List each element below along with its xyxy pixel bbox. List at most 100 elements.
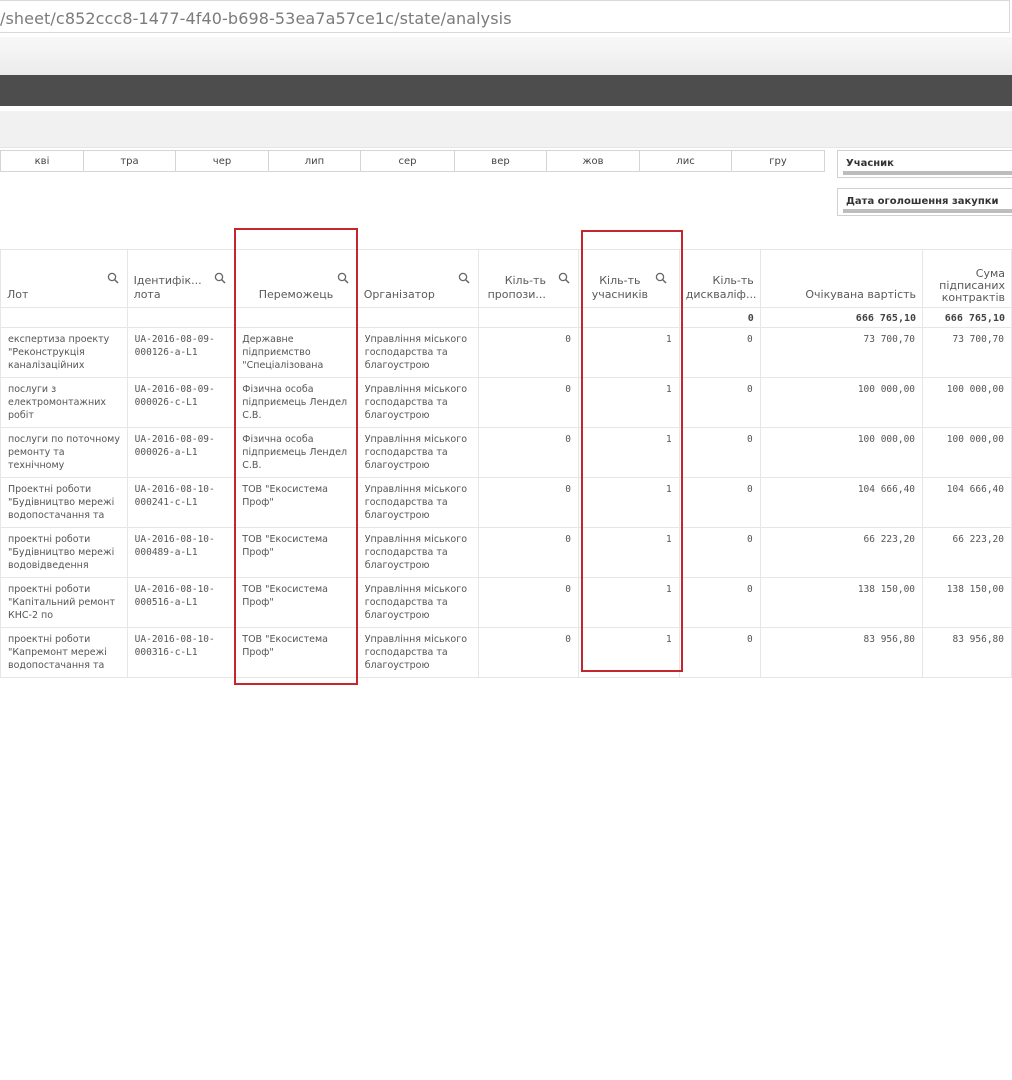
lot-id-cell[interactable]: UA-2016-08-10-000516-a-L1 bbox=[126, 577, 236, 628]
month-filter-item[interactable]: вер bbox=[455, 150, 547, 172]
month-filter-item[interactable]: сер bbox=[361, 150, 455, 172]
expected-value-cell[interactable]: 100 000,00 bbox=[759, 377, 924, 428]
lot-cell[interactable]: проектні роботи "Капремонт мережі водопо… bbox=[0, 627, 128, 678]
lot-cell[interactable]: проектні роботи "Будівництво мережі водо… bbox=[0, 527, 128, 578]
lot-cell[interactable]: Проектні роботи "Будівництво мережі водо… bbox=[0, 477, 128, 528]
participants-cell[interactable]: 1 bbox=[577, 477, 680, 528]
proposals-cell[interactable]: 0 bbox=[477, 577, 579, 628]
disqualified-cell[interactable]: 0 bbox=[678, 427, 761, 478]
participants-cell[interactable]: 1 bbox=[577, 627, 680, 678]
participants-cell[interactable]: 1 bbox=[577, 577, 680, 628]
lot-cell[interactable]: експертиза проекту "Реконструкція каналі… bbox=[0, 327, 128, 378]
column-header-disqualified[interactable]: Кіль-ть дискваліф... bbox=[678, 249, 761, 308]
expected-value-cell[interactable]: 83 956,80 bbox=[759, 627, 924, 678]
proposals-cell[interactable]: 0 bbox=[477, 327, 579, 378]
winner-cell[interactable]: ТОВ "Екосистема Проф" bbox=[234, 527, 358, 578]
winner-cell[interactable]: Державне підприємство "Спеціалізована bbox=[234, 327, 358, 378]
address-bar[interactable]: /sheet/c852ccc8-1477-4f40-b698-53ea7a57c… bbox=[0, 0, 1010, 33]
signed-sum-cell[interactable]: 100 000,00 bbox=[922, 427, 1012, 478]
table-row[interactable]: проектні роботи "Капітальний ремонт КНС-… bbox=[0, 577, 1012, 628]
expected-value-cell[interactable]: 66 223,20 bbox=[759, 527, 924, 578]
organizer-cell[interactable]: Управління міського господарства та благ… bbox=[356, 527, 479, 578]
participants-cell[interactable]: 1 bbox=[577, 327, 680, 378]
lot-id-cell[interactable]: UA-2016-08-09-000026-c-L1 bbox=[126, 377, 236, 428]
disqualified-cell[interactable]: 0 bbox=[678, 627, 761, 678]
lot-id-cell-text: UA-2016-08-09-000026-a-L1 bbox=[134, 434, 215, 458]
proposals-cell[interactable]: 0 bbox=[477, 377, 579, 428]
column-header-organizer[interactable]: Організатор bbox=[356, 249, 479, 308]
month-filter-item[interactable]: лип bbox=[269, 150, 361, 172]
winner-cell[interactable]: ТОВ "Екосистема Проф" bbox=[234, 477, 358, 528]
disqualified-cell[interactable]: 0 bbox=[678, 327, 761, 378]
table-row[interactable]: проектні роботи "Будівництво мережі водо… bbox=[0, 527, 1012, 578]
winner-cell[interactable]: ТОВ "Екосистема Проф" bbox=[234, 627, 358, 678]
lot-id-cell[interactable]: UA-2016-08-09-000126-a-L1 bbox=[126, 327, 236, 378]
table-row[interactable]: проектні роботи "Капремонт мережі водопо… bbox=[0, 627, 1012, 678]
proposals-cell[interactable]: 0 bbox=[477, 527, 579, 578]
search-icon[interactable] bbox=[337, 272, 349, 284]
proposals-cell[interactable]: 0 bbox=[477, 427, 579, 478]
lot-cell[interactable]: послуги по поточному ремонту та технічно… bbox=[0, 427, 128, 478]
proposals-cell[interactable]: 0 bbox=[477, 627, 579, 678]
lot-id-cell-text: UA-2016-08-09-000026-c-L1 bbox=[134, 384, 215, 408]
disqualified-cell[interactable]: 0 bbox=[678, 577, 761, 628]
expected-value-cell[interactable]: 138 150,00 bbox=[759, 577, 924, 628]
winner-cell[interactable]: Фізична особа підприємець Лендел С.В. bbox=[234, 427, 358, 478]
expected-value-cell[interactable]: 73 700,70 bbox=[759, 327, 924, 378]
column-header-lot[interactable]: Лот bbox=[0, 249, 128, 308]
signed-sum-cell[interactable]: 66 223,20 bbox=[922, 527, 1012, 578]
disqualified-cell[interactable]: 0 bbox=[678, 477, 761, 528]
winner-cell[interactable]: Фізична особа підприємець Лендел С.В. bbox=[234, 377, 358, 428]
disqualified-cell[interactable]: 0 bbox=[678, 377, 761, 428]
search-icon[interactable] bbox=[655, 272, 667, 284]
search-icon[interactable] bbox=[107, 272, 119, 284]
participant-filter[interactable]: Учасник bbox=[837, 150, 1012, 178]
lot-id-cell[interactable]: UA-2016-08-10-000241-c-L1 bbox=[126, 477, 236, 528]
signed-sum-cell[interactable]: 73 700,70 bbox=[922, 327, 1012, 378]
column-header-winner[interactable]: Переможець bbox=[234, 249, 358, 308]
signed-sum-cell[interactable]: 100 000,00 bbox=[922, 377, 1012, 428]
expected-value-cell[interactable]: 100 000,00 bbox=[759, 427, 924, 478]
month-filter-item[interactable]: жов bbox=[547, 150, 640, 172]
lot-id-cell[interactable]: UA-2016-08-10-000316-c-L1 bbox=[126, 627, 236, 678]
lot-id-cell[interactable]: UA-2016-08-09-000026-a-L1 bbox=[126, 427, 236, 478]
month-filter-item[interactable]: кві bbox=[0, 150, 84, 172]
search-icon[interactable] bbox=[214, 272, 226, 284]
search-icon[interactable] bbox=[558, 272, 570, 284]
expected-value-cell[interactable]: 104 666,40 bbox=[759, 477, 924, 528]
winner-cell[interactable]: ТОВ "Екосистема Проф" bbox=[234, 577, 358, 628]
month-filter-item[interactable]: чер bbox=[176, 150, 269, 172]
signed-sum-cell[interactable]: 83 956,80 bbox=[922, 627, 1012, 678]
month-filter-item[interactable]: гру bbox=[732, 150, 825, 172]
disqualified-cell[interactable]: 0 bbox=[678, 527, 761, 578]
organizer-cell[interactable]: Управління міського господарства та благ… bbox=[356, 627, 479, 678]
column-header-proposals[interactable]: Кіль-ть пропози... bbox=[477, 249, 579, 308]
organizer-cell[interactable]: Управління міського господарства та благ… bbox=[356, 327, 479, 378]
participants-cell[interactable]: 1 bbox=[577, 527, 680, 578]
lot-cell[interactable]: проектні роботи "Капітальний ремонт КНС-… bbox=[0, 577, 128, 628]
organizer-cell[interactable]: Управління міського господарства та благ… bbox=[356, 377, 479, 428]
table-row[interactable]: Проектні роботи "Будівництво мережі водо… bbox=[0, 477, 1012, 528]
month-filter-item[interactable]: тра bbox=[84, 150, 176, 172]
lot-cell[interactable]: послуги з електромонтажних робіт bbox=[0, 377, 128, 428]
participants-cell[interactable]: 1 bbox=[577, 427, 680, 478]
organizer-cell[interactable]: Управління міського господарства та благ… bbox=[356, 577, 479, 628]
search-icon[interactable] bbox=[458, 272, 470, 284]
proposals-cell[interactable]: 0 bbox=[477, 477, 579, 528]
lot-id-cell[interactable]: UA-2016-08-10-000489-a-L1 bbox=[126, 527, 236, 578]
organizer-cell-text: Управління міського господарства та благ… bbox=[364, 484, 468, 521]
organizer-cell[interactable]: Управління міського господарства та благ… bbox=[356, 427, 479, 478]
table-row[interactable]: послуги з електромонтажних робіт UA-2016-… bbox=[0, 377, 1012, 428]
signed-sum-cell[interactable]: 104 666,40 bbox=[922, 477, 1012, 528]
announcement-date-filter[interactable]: Дата оголошення закупки bbox=[837, 188, 1012, 216]
table-row[interactable]: послуги по поточному ремонту та технічно… bbox=[0, 427, 1012, 478]
participants-cell[interactable]: 1 bbox=[577, 377, 680, 428]
signed-sum-cell[interactable]: 138 150,00 bbox=[922, 577, 1012, 628]
column-header-signed-sum[interactable]: Сума підписаних контрактів bbox=[922, 249, 1012, 308]
table-row[interactable]: експертиза проекту "Реконструкція каналі… bbox=[0, 327, 1012, 378]
column-header-participants[interactable]: Кіль-ть учасників bbox=[577, 249, 680, 308]
column-header-lot-id[interactable]: Ідентифік... лота bbox=[126, 249, 236, 308]
month-filter-item[interactable]: лис bbox=[640, 150, 732, 172]
column-header-expected-value[interactable]: Очікувана вартість bbox=[759, 249, 924, 308]
organizer-cell[interactable]: Управління міського господарства та благ… bbox=[356, 477, 479, 528]
